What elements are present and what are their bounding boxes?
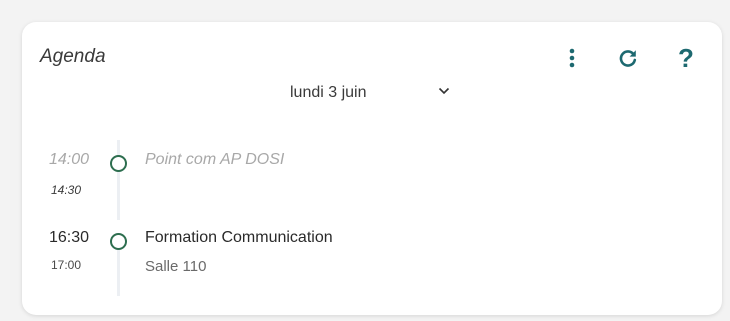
refresh-icon [619,50,637,67]
event-title: Formation Communication [145,229,333,246]
more-vertical-icon [569,48,575,68]
event-start-time: 14:00 [49,151,90,168]
more-options-button[interactable] [558,44,586,72]
help-icon: ? [678,42,694,73]
event-end-time: 17:00 [51,258,82,272]
event-title: Point com AP DOSI [145,151,285,168]
widget-title: Agenda [40,46,106,67]
event-status-dot [110,155,127,172]
date-label: lundi 3 juin [290,84,367,101]
event-end-time: 14:30 [51,183,82,197]
chevron-down-icon [438,87,450,95]
event-item[interactable]: 14:00 14:30 Point com AP DOSI [0,148,730,208]
date-selector[interactable]: lundi 3 juin [290,84,450,102]
help-button[interactable]: ? [672,42,700,73]
refresh-button[interactable] [614,44,642,72]
event-start-time: 16:30 [49,229,90,246]
event-location: Salle 110 [145,258,207,275]
event-item[interactable]: 16:30 17:00 Formation Communication Sall… [0,226,730,286]
event-status-dot [110,233,127,250]
